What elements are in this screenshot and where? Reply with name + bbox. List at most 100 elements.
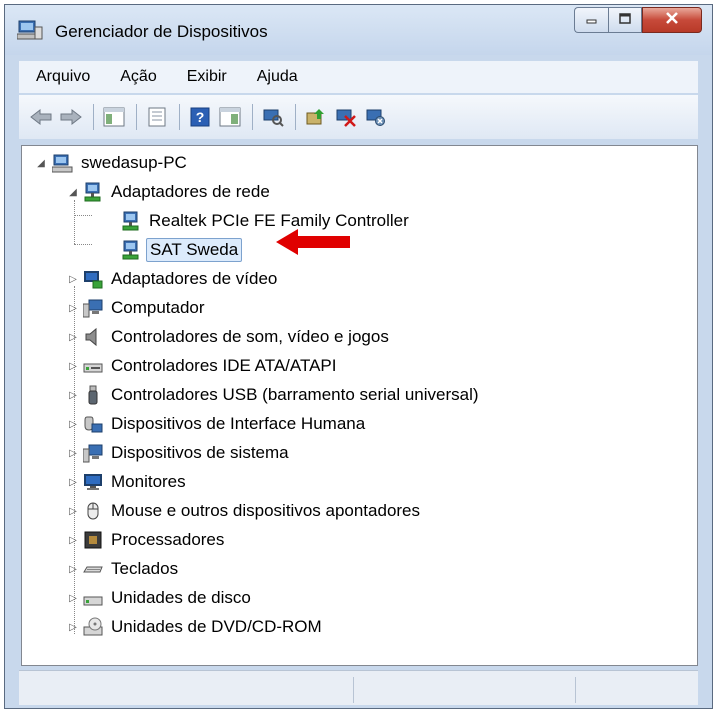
expand-arrow-icon[interactable]: ▷: [68, 477, 78, 488]
tree-node-sat-sweda[interactable]: SAT Sweda: [120, 237, 243, 263]
expand-arrow-icon[interactable]: ▷: [68, 535, 78, 546]
device-manager-icon: [16, 19, 43, 41]
monitor-icon: [82, 471, 104, 493]
tree-node-network-adapters[interactable]: ◢ Adaptadores de rede: [68, 179, 273, 205]
menu-arquivo[interactable]: Arquivo: [19, 68, 103, 86]
expand-arrow-icon[interactable]: ▷: [68, 361, 78, 372]
menu-acao[interactable]: Ação: [103, 68, 169, 86]
toolbar-separator: [252, 104, 253, 130]
network-adapter-icon: [120, 210, 142, 232]
expand-arrow-icon[interactable]: ▷: [68, 622, 78, 633]
tree-node-usb[interactable]: ▷ Controladores USB (barramento serial u…: [68, 382, 482, 408]
tree-node-processors[interactable]: ▷ Processadores: [68, 527, 227, 553]
dvd-drive-icon: [82, 616, 104, 638]
speaker-icon: [82, 326, 104, 348]
processor-icon: [82, 529, 104, 551]
tree-connector: [74, 200, 75, 244]
disk-drive-icon: [82, 587, 104, 609]
tree-node-monitors[interactable]: ▷ Monitores: [68, 469, 189, 495]
expand-arrow-icon[interactable]: ▷: [68, 274, 78, 285]
title-bar[interactable]: Gerenciador de Dispositivos: [5, 5, 712, 55]
update-driver-icon[interactable]: [302, 103, 330, 131]
tree-node-label: Unidades de DVD/CD-ROM: [111, 617, 322, 636]
tree-node-realtek[interactable]: Realtek PCIe FE Family Controller: [120, 208, 412, 234]
computer-icon: [52, 152, 74, 174]
tree-node-disk-drives[interactable]: ▷ Unidades de disco: [68, 585, 254, 611]
tree-node-hid[interactable]: ▷ Dispositivos de Interface Humana: [68, 411, 368, 437]
tree-node-ide[interactable]: ▷ Controladores IDE ATA/ATAPI: [68, 353, 340, 379]
toolbar-separator: [295, 104, 296, 130]
expand-arrow-icon[interactable]: ▷: [68, 332, 78, 343]
uninstall-device-icon[interactable]: [362, 103, 390, 131]
tree-node-label: Controladores IDE ATA/ATAPI: [111, 356, 337, 375]
minimize-button[interactable]: [574, 7, 608, 33]
tree-node-label: Processadores: [111, 530, 225, 549]
maximize-icon: [619, 11, 631, 29]
tree-node-label: Controladores de som, vídeo e jogos: [111, 327, 389, 346]
network-adapter-icon: [120, 239, 142, 261]
tree-node-label: Dispositivos de sistema: [111, 443, 289, 462]
tree-node-system[interactable]: ▷ Dispositivos de sistema: [68, 440, 292, 466]
collapse-arrow-icon[interactable]: ◢: [68, 187, 78, 198]
expand-arrow-icon[interactable]: ▷: [68, 506, 78, 517]
tree-node-mouse[interactable]: ▷ Mouse e outros dispositivos apontadore…: [68, 498, 423, 524]
tree-connector: [74, 215, 92, 216]
close-button[interactable]: [642, 7, 702, 33]
expand-arrow-icon[interactable]: ▷: [68, 564, 78, 575]
window-controls: [574, 7, 702, 35]
expand-arrow-icon[interactable]: ▷: [68, 448, 78, 459]
tree-node-label: Adaptadores de vídeo: [111, 269, 278, 288]
status-bar-pane-divider: [353, 677, 354, 703]
device-tree[interactable]: ◢ swedasup-PC ◢ Adaptadores de rede Real…: [21, 145, 698, 666]
toolbar-separator: [93, 104, 94, 130]
menu-exibir[interactable]: Exibir: [170, 68, 240, 86]
expand-arrow-icon[interactable]: ▷: [68, 593, 78, 604]
disable-device-icon[interactable]: [332, 103, 360, 131]
tree-node-dvd-drives[interactable]: ▷ Unidades de DVD/CD-ROM: [68, 614, 325, 640]
status-bar-pane-divider: [575, 677, 576, 703]
tree-node-label: Controladores USB (barramento serial uni…: [111, 385, 479, 404]
tree-root-label: swedasup-PC: [81, 153, 187, 172]
menu-ajuda[interactable]: Ajuda: [240, 68, 311, 86]
usb-icon: [82, 384, 104, 406]
show-hide-console-tree-icon[interactable]: [100, 103, 128, 131]
tree-node-keyboards[interactable]: ▷ Teclados: [68, 556, 181, 582]
red-arrow-annotation-icon: [276, 229, 350, 255]
mouse-icon: [82, 500, 104, 522]
tree-root-node[interactable]: ◢ swedasup-PC: [36, 150, 190, 176]
menu-bar: Arquivo Ação Exibir Ajuda: [19, 61, 698, 93]
action-pane-icon[interactable]: [216, 103, 244, 131]
window-title: Gerenciador de Dispositivos: [55, 22, 268, 41]
maximize-button[interactable]: [608, 7, 642, 33]
expand-arrow-icon[interactable]: ▷: [68, 303, 78, 314]
tree-node-label: Adaptadores de rede: [111, 182, 270, 201]
tree-node-label: Mouse e outros dispositivos apontadores: [111, 501, 421, 520]
selected-node-label: SAT Sweda: [146, 238, 243, 262]
scan-hardware-icon[interactable]: [259, 103, 287, 131]
properties-icon[interactable]: [143, 103, 171, 131]
tree-node-sound[interactable]: ▷ Controladores de som, vídeo e jogos: [68, 324, 392, 350]
network-adapter-icon: [82, 181, 104, 203]
human-interface-device-icon: [82, 413, 104, 435]
expand-arrow-icon[interactable]: ▷: [68, 390, 78, 401]
tree-node-label: Teclados: [111, 559, 179, 578]
toolbar-separator: [136, 104, 137, 130]
display-adapter-icon: [82, 268, 104, 290]
status-bar: [19, 670, 698, 705]
computer-icon: [82, 297, 104, 319]
tree-connector: [74, 244, 92, 245]
keyboard-icon: [82, 558, 104, 580]
system-devices-icon: [82, 442, 104, 464]
toolbar: ?: [19, 95, 698, 139]
minimize-icon: [586, 11, 598, 29]
forward-icon[interactable]: [57, 103, 85, 131]
close-icon: [665, 11, 679, 29]
back-icon[interactable]: [27, 103, 55, 131]
tree-node-computer[interactable]: ▷ Computador: [68, 295, 208, 321]
tree-node-label: Computador: [111, 298, 205, 317]
tree-node-video-adapters[interactable]: ▷ Adaptadores de vídeo: [68, 266, 280, 292]
tree-node-label: Dispositivos de Interface Humana: [111, 414, 366, 433]
help-icon[interactable]: ?: [186, 103, 214, 131]
collapse-arrow-icon[interactable]: ◢: [36, 158, 46, 169]
expand-arrow-icon[interactable]: ▷: [68, 419, 78, 430]
